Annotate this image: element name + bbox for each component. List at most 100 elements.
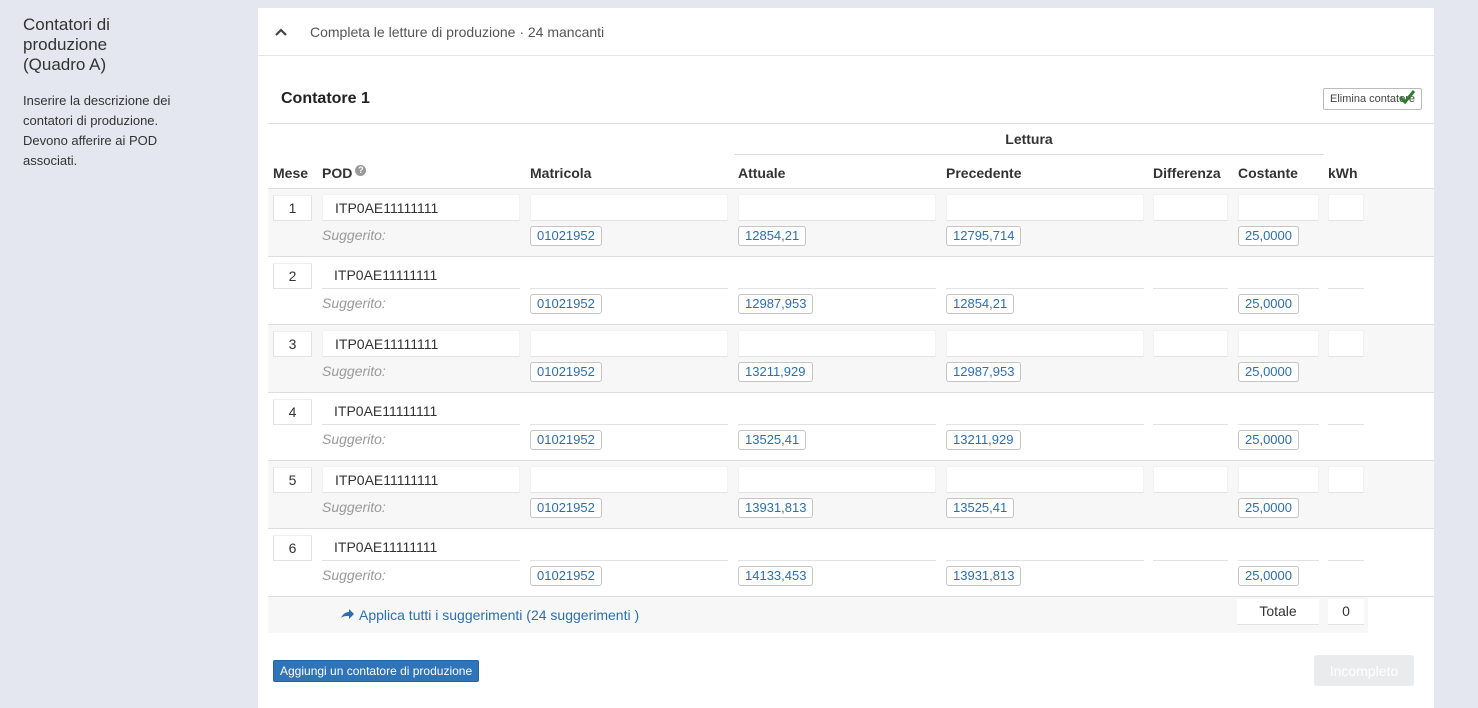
attuale-input[interactable] [738, 534, 936, 561]
table-row: 6 ITP0AE11111111 Suggerito: 01021952 14133,4… [268, 529, 1434, 597]
incomplete-button[interactable]: Incompleto [1314, 655, 1414, 686]
precedente-input[interactable] [946, 194, 1144, 221]
kwh-input[interactable] [1328, 194, 1364, 221]
pod-field[interactable]: ITP0AE11111111 [322, 194, 520, 221]
month-field[interactable]: 2 [273, 263, 312, 289]
differenza-input[interactable] [1153, 398, 1228, 425]
table-row: 3 ITP0AE11111111 Suggerito: 01021952 13211,9… [268, 325, 1434, 393]
suggestion-chip-matricola[interactable]: 01021952 [530, 566, 602, 586]
costante-input[interactable] [1238, 466, 1319, 493]
arrow-right-icon [341, 609, 354, 619]
table-row: 1 ITP0AE11111111 Suggerito: 01021952 12854,2… [268, 189, 1434, 257]
meter-title-row: Contatore 1 Elimina contatore [268, 56, 1434, 124]
attuale-input[interactable] [738, 398, 936, 425]
suggestion-chip-precedente[interactable]: 13525,41 [946, 498, 1015, 518]
differenza-input[interactable] [1153, 330, 1228, 357]
matricola-input[interactable] [530, 194, 728, 221]
suggestion-chip-precedente[interactable]: 13931,813 [946, 566, 1022, 586]
col-kwh: kWh [1328, 165, 1358, 181]
suggestion-chip-costante[interactable]: 25,0000 [1238, 362, 1299, 382]
sidebar-description: Inserire la descrizione dei contatori di… [23, 93, 171, 168]
matricola-input[interactable] [530, 398, 728, 425]
table-footer: Applica tutti i suggerimenti (24 suggeri… [268, 597, 1368, 633]
costante-input[interactable] [1238, 330, 1319, 357]
suggestion-chip-precedente[interactable]: 12795,714 [946, 226, 1022, 246]
col-mese: Mese [273, 165, 309, 181]
suggested-label: Suggerito: [322, 363, 386, 379]
attuale-input[interactable] [738, 330, 936, 357]
apply-all-suggestions-link[interactable]: Applica tutti i suggerimenti (24 suggeri… [340, 607, 639, 623]
attuale-input[interactable] [738, 466, 936, 493]
table-row: 4 ITP0AE11111111 Suggerito: 01021952 13525,4… [268, 393, 1434, 461]
suggestion-chip-precedente[interactable]: 13211,929 [946, 430, 1021, 450]
kwh-input[interactable] [1328, 262, 1364, 289]
suggestion-chip-costante[interactable]: 25,0000 [1238, 498, 1299, 518]
pod-field[interactable]: ITP0AE11111111 [322, 466, 520, 493]
suggestion-chip-precedente[interactable]: 12854,21 [946, 294, 1015, 314]
matricola-input[interactable] [530, 330, 728, 357]
month-field[interactable]: 4 [273, 399, 312, 425]
month-field[interactable]: 1 [273, 195, 312, 221]
costante-input[interactable] [1238, 262, 1319, 289]
help-icon[interactable]: ? [355, 165, 367, 176]
suggestion-chip-costante[interactable]: 25,0000 [1238, 430, 1299, 450]
pod-field[interactable]: ITP0AE11111111 [322, 262, 520, 289]
pod-field[interactable]: ITP0AE11111111 [322, 398, 520, 425]
matricola-input[interactable] [530, 262, 728, 289]
suggestion-chip-costante[interactable]: 25,0000 [1238, 566, 1299, 586]
suggestion-chip-attuale[interactable]: 13525,41 [738, 430, 807, 450]
add-meter-button[interactable]: Aggiungi un contatore di produzione [273, 660, 480, 682]
suggestion-chip-matricola[interactable]: 01021952 [530, 226, 602, 246]
costante-input[interactable] [1238, 398, 1319, 425]
suggested-label: Suggerito: [322, 499, 386, 515]
panel-header[interactable]: Completa le letture di produzione · 24 m… [258, 8, 1434, 56]
pod-field[interactable]: ITP0AE11111111 [322, 534, 520, 561]
precedente-input[interactable] [946, 330, 1144, 357]
precedente-input[interactable] [946, 398, 1144, 425]
matricola-input[interactable] [530, 534, 728, 561]
month-field[interactable]: 6 [273, 535, 312, 561]
precedente-input[interactable] [946, 466, 1144, 493]
col-pod: POD? [322, 165, 367, 181]
suggestion-chip-costante[interactable]: 25,0000 [1238, 294, 1299, 314]
suggestion-chip-attuale[interactable]: 14133,453 [738, 566, 814, 586]
suggestion-chip-matricola[interactable]: 01021952 [530, 294, 602, 314]
month-field[interactable]: 5 [273, 467, 312, 493]
attuale-input[interactable] [738, 262, 936, 289]
differenza-input[interactable] [1153, 466, 1228, 493]
suggestion-chip-matricola[interactable]: 01021952 [530, 498, 602, 518]
col-differenza: Differenza [1153, 165, 1221, 181]
kwh-input[interactable] [1328, 398, 1364, 425]
kwh-input[interactable] [1328, 466, 1364, 493]
differenza-input[interactable] [1153, 262, 1228, 289]
suggestion-chip-attuale[interactable]: 13211,929 [738, 362, 813, 382]
suggested-label: Suggerito: [322, 431, 386, 447]
pod-field[interactable]: ITP0AE11111111 [322, 330, 520, 357]
attuale-input[interactable] [738, 194, 936, 221]
kwh-input[interactable] [1328, 330, 1364, 357]
costante-input[interactable] [1238, 194, 1319, 221]
suggestion-chip-matricola[interactable]: 01021952 [530, 362, 602, 382]
month-field[interactable]: 3 [273, 331, 312, 357]
matricola-input[interactable] [530, 466, 728, 493]
kwh-input[interactable] [1328, 534, 1364, 561]
costante-input[interactable] [1238, 534, 1319, 561]
differenza-input[interactable] [1153, 194, 1228, 221]
col-matricola: Matricola [530, 165, 592, 181]
suggestion-chip-matricola[interactable]: 01021952 [530, 430, 602, 450]
chevron-up-icon[interactable] [274, 25, 288, 39]
suggestion-chip-attuale[interactable]: 12854,21 [738, 226, 807, 246]
precedente-input[interactable] [946, 534, 1144, 561]
col-attuale: Attuale [738, 165, 786, 181]
apply-all-label: Applica tutti i suggerimenti (24 suggeri… [359, 607, 640, 623]
checkmark-icon [1398, 88, 1416, 111]
col-precedente: Precedente [946, 165, 1022, 181]
differenza-input[interactable] [1153, 534, 1228, 561]
suggestion-chip-costante[interactable]: 25,0000 [1238, 226, 1299, 246]
suggestion-chip-attuale[interactable]: 13931,813 [738, 498, 814, 518]
suggestion-chip-attuale[interactable]: 12987,953 [738, 294, 814, 314]
suggestion-chip-precedente[interactable]: 12987,953 [946, 362, 1022, 382]
total-label: Totale [1237, 599, 1319, 625]
meter-title: Contatore 1 [281, 90, 370, 107]
precedente-input[interactable] [946, 262, 1144, 289]
